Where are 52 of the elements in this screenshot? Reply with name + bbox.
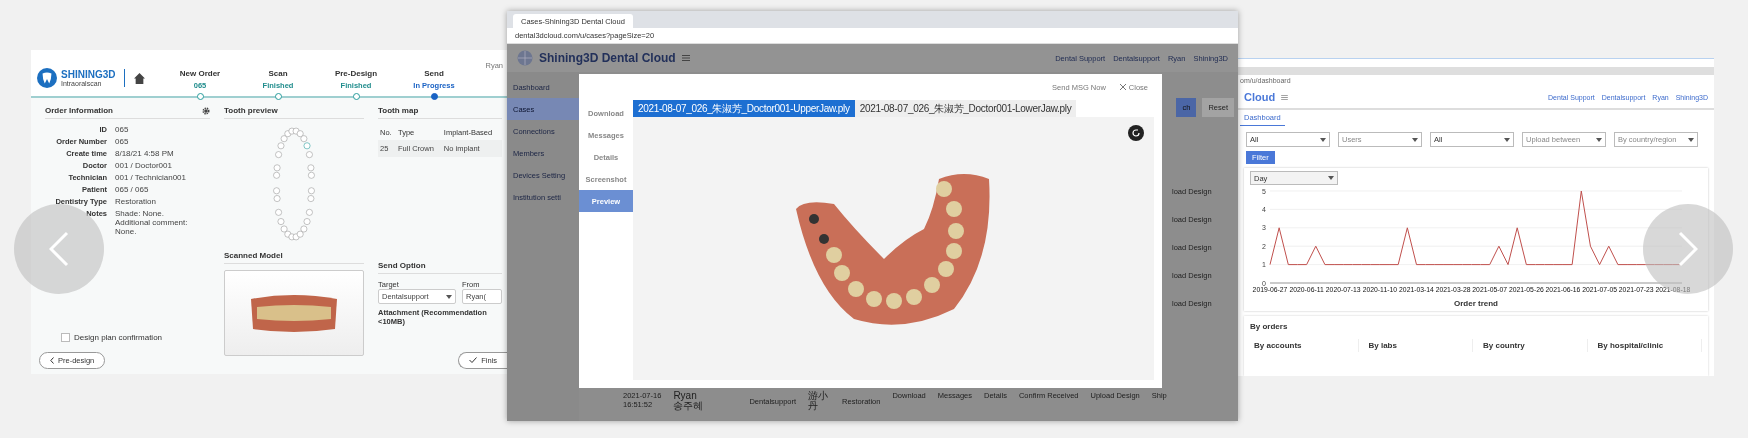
field-value: 065 (115, 137, 130, 146)
checkbox[interactable] (61, 333, 70, 342)
reset-view-button[interactable] (1128, 125, 1144, 141)
section-title: Send Option (378, 261, 426, 270)
logo-title: SHINING3D (61, 69, 116, 80)
section-title: Tooth map (378, 106, 419, 115)
caret-down-icon (1504, 137, 1510, 142)
section-title: By orders (1250, 322, 1289, 331)
app-title: Cloud (1244, 91, 1276, 103)
step-title: Pre-Design (334, 69, 378, 78)
caret-down-icon (1596, 137, 1602, 142)
caret-down-icon (1320, 137, 1326, 142)
step-title: Send (424, 69, 444, 78)
field-value: 8/18/21 4:58 PM (115, 149, 175, 158)
caret-down-icon (1688, 137, 1694, 142)
field-value: 065 / 065 (115, 185, 150, 194)
caret-down-icon (446, 294, 452, 299)
field-value: 001 / Doctor001 (115, 161, 173, 170)
card-title: By hospital/clinic (1593, 339, 1702, 352)
menu-icon[interactable] (681, 55, 690, 61)
file-tab[interactable]: 2021-08-07_026_朱淑芳_Doctor001-UpperJaw.ply (633, 100, 855, 117)
step-title: Scan (268, 69, 288, 78)
checkbox-label: Design plan confirmation (74, 333, 163, 342)
menu-icon[interactable] (1281, 94, 1289, 100)
chart-title: Order trend (1453, 299, 1499, 308)
field-value: Restoration (115, 197, 157, 206)
caret-down-icon (1412, 137, 1418, 142)
chevron-left-icon (50, 356, 54, 364)
card-title: By country (1479, 339, 1588, 352)
field-value: 001 / Technician001 (115, 173, 188, 182)
globe-logo-icon (517, 50, 533, 66)
field-value: 065 (115, 125, 130, 134)
caret-down-icon (1328, 176, 1334, 180)
file-tab[interactable]: 2021-08-07_026_朱淑芳_Doctor001-LowerJaw.ply (854, 100, 1077, 117)
chevron-left-icon (49, 231, 69, 267)
rotate-icon (1131, 128, 1141, 138)
close-icon (1119, 84, 1126, 90)
card-title: By accounts (1250, 339, 1359, 352)
chevron-right-icon (1678, 231, 1698, 267)
section-title: Order Information (45, 106, 113, 115)
section-title: Tooth preview (224, 106, 278, 115)
table-cell-text: 游小丹 (808, 391, 830, 411)
card-title: By labs (1364, 339, 1473, 352)
step-title: New Order (179, 69, 221, 78)
app-title: Shining3D Dental Cloud (539, 51, 676, 65)
section-title: Scanned Model (224, 251, 283, 260)
home-icon[interactable] (134, 72, 146, 84)
tooth-logo-icon (37, 68, 57, 88)
table-cell-text: Ryan 송주혜 (673, 391, 705, 411)
check-icon (469, 357, 478, 363)
field-value: Shade: None. Additional comment: None. (115, 209, 189, 236)
settings-icon[interactable] (202, 106, 210, 115)
